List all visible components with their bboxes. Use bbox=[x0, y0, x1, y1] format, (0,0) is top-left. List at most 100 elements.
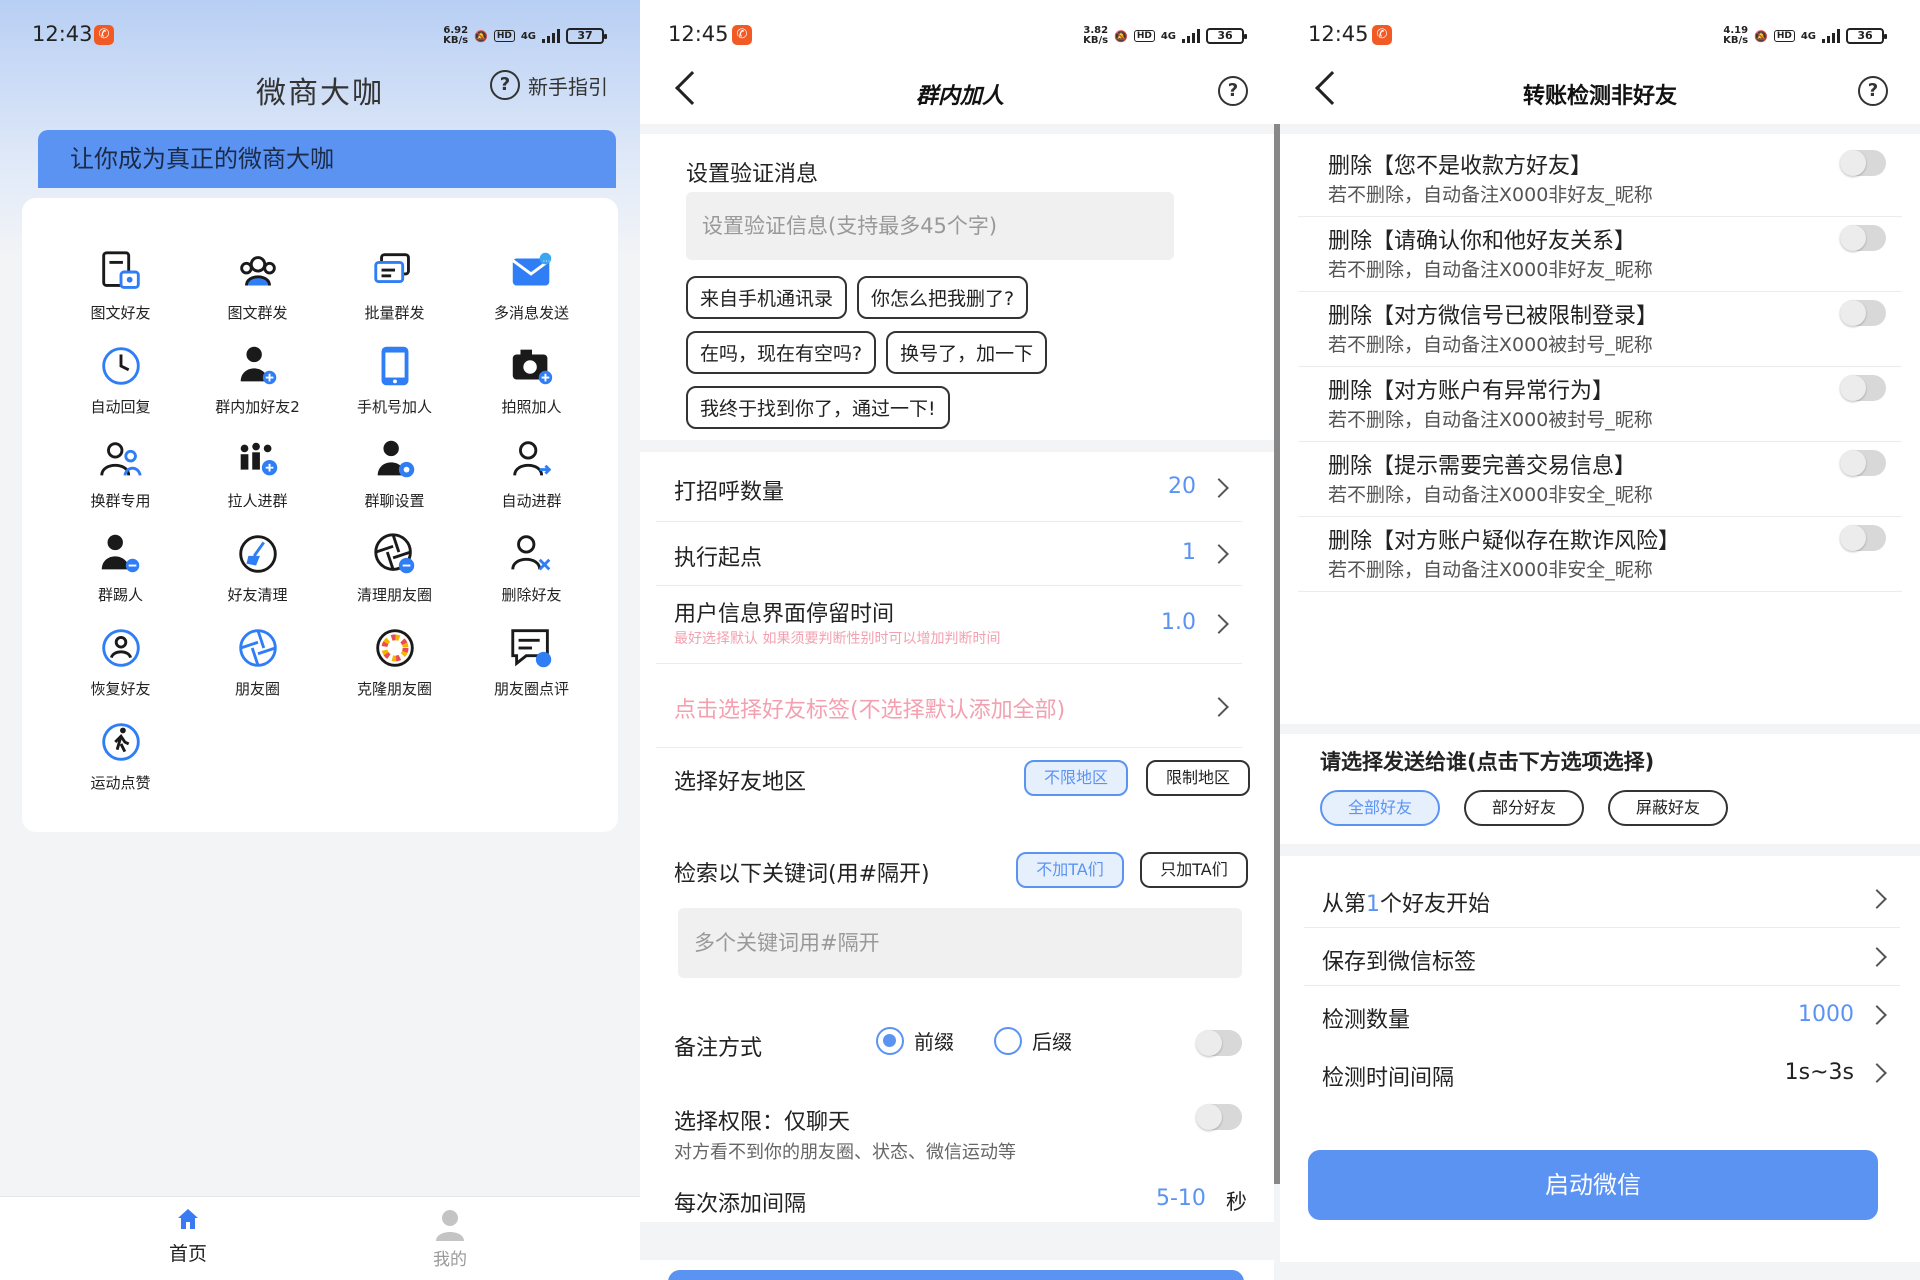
feature-item[interactable]: 自动回复 bbox=[52, 340, 189, 434]
feature-label: 朋友圈点评 bbox=[493, 680, 569, 698]
feature-item[interactable]: 朋友圈 bbox=[189, 622, 326, 716]
status-icons: 6.92 KB/s 🔕 HD 4G 37 bbox=[443, 26, 607, 46]
feature-item[interactable]: 朋友圈点评 bbox=[463, 622, 600, 716]
nav-mine[interactable]: 我的 bbox=[390, 1207, 510, 1270]
delete-option-toggle[interactable] bbox=[1840, 450, 1886, 476]
feature-item[interactable]: 克隆朋友圈 bbox=[326, 622, 463, 716]
status-time: 12:45 bbox=[1308, 22, 1369, 46]
send-blocked-button[interactable]: 屏蔽好友 bbox=[1608, 790, 1728, 826]
greet-count-label: 打招呼数量 bbox=[674, 480, 785, 505]
start-wechat-button[interactable]: 启动微信 bbox=[1308, 1150, 1878, 1220]
start-point-row[interactable]: 执行起点 1 bbox=[656, 522, 1242, 586]
verify-input[interactable]: 设置验证信息(支持最多45个字) bbox=[686, 192, 1174, 260]
feature-item[interactable]: 手机号加人 bbox=[326, 340, 463, 434]
feature-item[interactable]: 清理朋友圈 bbox=[326, 528, 463, 622]
feature-item[interactable]: 群踢人 bbox=[52, 528, 189, 622]
delete-option-toggle[interactable] bbox=[1840, 225, 1886, 251]
app-badge-icon: ✆ bbox=[1372, 25, 1392, 45]
feature-label: 拍照加人 bbox=[501, 398, 562, 416]
feature-label: 图文好友 bbox=[90, 304, 151, 322]
feature-item[interactable]: 删除好友 bbox=[463, 528, 600, 622]
feature-item[interactable]: 拉人进群 bbox=[189, 434, 326, 528]
feature-item[interactable]: 群聊设置 bbox=[326, 434, 463, 528]
user-restore-icon bbox=[95, 622, 147, 674]
status-time: 12:43 bbox=[32, 22, 93, 46]
envelope-icon: … bbox=[506, 246, 558, 298]
help-icon[interactable]: ? bbox=[1858, 76, 1888, 106]
group-icon bbox=[232, 246, 284, 298]
user-arrow-icon bbox=[506, 434, 558, 486]
clock-icon bbox=[95, 340, 147, 392]
delete-option-sub: 若不删除，自动备注X000非好友_昵称 bbox=[1328, 184, 1653, 206]
detect-count-row[interactable]: 检测数量 1000 bbox=[1304, 986, 1900, 1044]
friend-tag-row[interactable]: 点击选择好友标签(不选择默认添加全部) bbox=[656, 664, 1242, 748]
verify-chip[interactable]: 在吗，现在有空吗? bbox=[686, 331, 877, 374]
keyword-input[interactable]: 多个关键词用#隔开 bbox=[678, 908, 1242, 978]
send-partial-button[interactable]: 部分好友 bbox=[1464, 790, 1584, 826]
start-from-row[interactable]: 从第1个好友开始 bbox=[1304, 856, 1900, 928]
delete-option-toggle[interactable] bbox=[1840, 150, 1886, 176]
delete-option-toggle[interactable] bbox=[1840, 375, 1886, 401]
radio-unchecked-icon bbox=[994, 1026, 1022, 1055]
network-type: 4G bbox=[520, 30, 536, 42]
feature-item[interactable]: 图文好友 bbox=[52, 246, 189, 340]
chevron-right-icon bbox=[1209, 478, 1229, 498]
stay-time-row[interactable]: 用户信息界面停留时间 最好选择默认 如果须要判断性别时可以增加判断时间 1.0 bbox=[656, 586, 1242, 664]
feature-item[interactable]: 群内加好友2 bbox=[189, 340, 326, 434]
permission-sub: 对方看不到你的朋友圈、状态、微信运动等 bbox=[674, 1142, 1016, 1163]
greet-count-row[interactable]: 打招呼数量 20 bbox=[656, 452, 1242, 522]
keyword-exclude-button[interactable]: 不加TA们 bbox=[1016, 852, 1124, 888]
feature-grid: 图文好友 图文群发 批量群发 … 多消息发送自动回复 群内加好友2 手机号加人 拍照加人换群专… bbox=[52, 246, 600, 810]
feature-label: 多消息发送 bbox=[493, 304, 569, 322]
verify-chip[interactable]: 来自手机通讯录 bbox=[686, 276, 848, 319]
aperture-icon bbox=[232, 622, 284, 674]
interval-label: 每次添加间隔 bbox=[674, 1192, 807, 1217]
feature-item[interactable]: 拍照加人 bbox=[463, 340, 600, 434]
feature-item[interactable]: 自动进群 bbox=[463, 434, 600, 528]
help-icon[interactable]: ? bbox=[1218, 76, 1248, 106]
save-tag-row[interactable]: 保存到微信标签 bbox=[1304, 928, 1900, 986]
feature-item[interactable]: 换群专用 bbox=[52, 434, 189, 528]
verify-chip[interactable]: 我终于找到你了，通过一下! bbox=[686, 386, 950, 429]
interval-value[interactable]: 5-10 bbox=[1156, 1186, 1206, 1211]
feature-item[interactable]: 恢复好友 bbox=[52, 622, 189, 716]
feature-item[interactable]: 批量群发 bbox=[326, 246, 463, 340]
feature-item[interactable]: 图文群发 bbox=[189, 246, 326, 340]
chevron-right-icon bbox=[1209, 697, 1229, 717]
aperture-minus-icon bbox=[369, 528, 421, 580]
feature-label: 删除好友 bbox=[501, 586, 562, 604]
send-all-button[interactable]: 全部好友 bbox=[1320, 790, 1440, 826]
delete-option-toggle[interactable] bbox=[1840, 300, 1886, 326]
feature-item[interactable]: … 多消息发送 bbox=[463, 246, 600, 340]
signal-icon bbox=[1822, 29, 1840, 43]
region-limited-button[interactable]: 限制地区 bbox=[1146, 760, 1250, 796]
remark-toggle[interactable] bbox=[1196, 1030, 1242, 1056]
remark-prefix-option[interactable]: 前缀 bbox=[876, 1026, 954, 1055]
chevron-right-icon bbox=[1867, 1005, 1887, 1025]
verify-chip[interactable]: 你怎么把我删了? bbox=[857, 276, 1029, 319]
delete-option-toggle[interactable] bbox=[1840, 525, 1886, 551]
detect-interval-row[interactable]: 检测时间间隔 1s~3s bbox=[1304, 1044, 1900, 1102]
user-remove-icon bbox=[95, 528, 147, 580]
detect-count-value: 1000 bbox=[1798, 1002, 1854, 1027]
keyword-only-button[interactable]: 只加TA们 bbox=[1140, 852, 1248, 888]
remark-label: 备注方式 bbox=[674, 1036, 763, 1061]
feature-item[interactable]: 好友清理 bbox=[189, 528, 326, 622]
person-icon bbox=[436, 1210, 464, 1241]
friend-tag-label: 点击选择好友标签(不选择默认添加全部) bbox=[674, 698, 1066, 723]
nav-home[interactable]: 首页 bbox=[128, 1207, 248, 1266]
remark-suffix-option[interactable]: 后缀 bbox=[994, 1026, 1072, 1055]
feature-item[interactable]: 运动点赞 bbox=[52, 716, 189, 810]
verify-chip[interactable]: 换号了，加一下 bbox=[886, 331, 1048, 374]
delete-option-title: 删除【提示需要完善交易信息】 bbox=[1328, 454, 1637, 479]
region-unlimited-button[interactable]: 不限地区 bbox=[1024, 760, 1128, 796]
guide-button[interactable]: ? 新手指引 bbox=[490, 70, 608, 100]
transfer-detect-screen: 12:45 ✆ 4.19 KB/s 🔕 HD 4G 36 转账检测非好友 ? 删除… bbox=[1280, 0, 1920, 1280]
delete-option-row: 删除【您不是收款方好友】 若不删除，自动备注X000非好友_昵称 bbox=[1298, 142, 1902, 217]
submit-button-partial[interactable] bbox=[668, 1270, 1244, 1280]
page-header: 群内加人 ? bbox=[640, 60, 1280, 124]
feature-label: 批量群发 bbox=[364, 304, 425, 322]
permission-toggle[interactable] bbox=[1196, 1104, 1242, 1130]
chevron-right-icon bbox=[1209, 614, 1229, 634]
nav-home-label: 首页 bbox=[168, 1243, 207, 1265]
